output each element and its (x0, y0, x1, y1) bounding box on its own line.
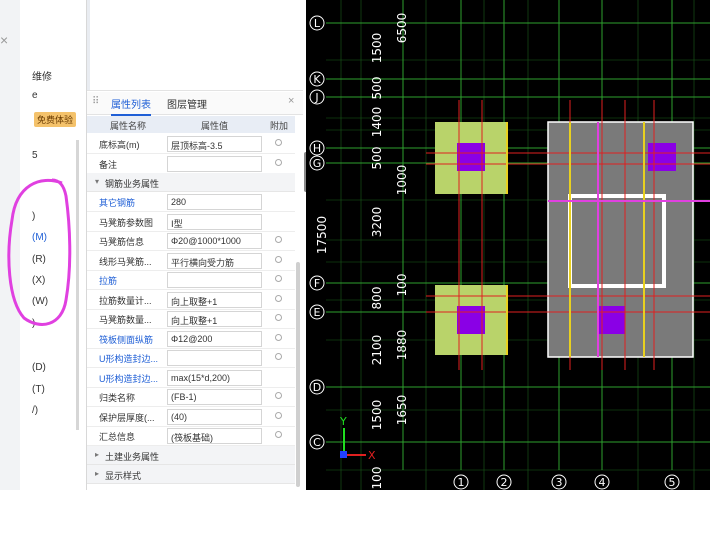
property-value-field[interactable]: max(15*d,200) (167, 369, 262, 386)
dimension-label: 1650 (395, 395, 409, 426)
svg-text:G: G (313, 157, 322, 170)
header-value: 属性值 (200, 121, 228, 131)
extra-checkbox[interactable] (275, 139, 282, 146)
property-value: 平行横向受力筋 (171, 257, 235, 268)
svg-text:K: K (313, 73, 321, 86)
extra-checkbox[interactable] (275, 294, 282, 302)
property-value: 向上取整+1 (171, 316, 218, 326)
column-axis-label: 1 (453, 474, 469, 490)
row-axis-label: G (309, 155, 325, 171)
svg-text:F: F (314, 277, 320, 290)
property-value: 层顶标高-3.5 (171, 141, 223, 151)
row-axis-label: E (309, 304, 325, 320)
hand-drawn-annotation (7, 178, 72, 326)
property-value-field[interactable] (167, 155, 262, 172)
property-value: Ⅰ型 (171, 218, 183, 229)
property-value-field[interactable]: 平行横向受力筋 (167, 252, 262, 269)
property-value-field[interactable]: Φ12@200 (167, 330, 262, 347)
column-axis-label: 5 (664, 474, 680, 490)
property-value-field[interactable]: 280 (167, 194, 262, 210)
dimension-label: 2100 (370, 335, 384, 366)
property-value-field[interactable]: (40) (167, 408, 262, 425)
dimension-label: 1880 (395, 330, 409, 361)
dimension-label: 17500 (315, 216, 329, 254)
svg-text:5: 5 (669, 476, 676, 489)
tab-layer-management[interactable]: 图层管理 (167, 96, 207, 111)
svg-text:Y: Y (339, 415, 347, 428)
extra-checkbox[interactable] (275, 333, 282, 341)
property-value-field[interactable]: (筏板基础) (167, 428, 262, 444)
dimension-label: 500 (370, 147, 384, 170)
dimension-label: 100 (395, 274, 409, 297)
extra-checkbox[interactable] (275, 275, 282, 282)
extra-checkbox[interactable] (275, 314, 282, 321)
svg-text:C: C (313, 436, 321, 449)
property-value: Φ12@200 (171, 333, 213, 344)
dimension-label: 1500 (370, 33, 384, 64)
extra-checkbox[interactable] (275, 411, 282, 419)
property-value: (FB-1) (171, 392, 197, 402)
property-value: max(15*d,200) (171, 372, 231, 383)
cad-drawing: Y X L KJ HG F E D C 1 2 3 4 5 6500 1500 500 1400 500 1000… (306, 0, 710, 490)
property-value: (40) (171, 411, 188, 422)
dimension-label: 800 (370, 287, 384, 310)
svg-text:1: 1 (458, 476, 465, 489)
svg-text:2: 2 (501, 476, 508, 489)
column-axis-label: 3 (551, 474, 567, 490)
extra-checkbox[interactable] (275, 392, 282, 399)
row-axis-label: L (309, 15, 325, 31)
svg-text:E: E (314, 306, 321, 319)
column-axis-label: 4 (594, 474, 610, 490)
extra-checkbox[interactable] (275, 158, 282, 166)
property-value-field[interactable] (167, 350, 262, 366)
property-value-field[interactable]: Φ20@1000*1000 (167, 233, 262, 249)
cad-drawing-canvas[interactable]: Y X L K J H G F E D C 1 2 3 4 5 6500 1500 500 1400 500 1000… (306, 0, 710, 490)
property-value-field[interactable]: 向上取整+1 (167, 291, 262, 308)
svg-text:X: X (368, 449, 376, 462)
dimension-label: 1400 (370, 107, 384, 138)
property-value-field[interactable]: 向上取整+1 (167, 311, 262, 327)
close-icon[interactable]: × (288, 95, 294, 107)
property-value-field[interactable]: Ⅰ型 (167, 213, 262, 230)
extra-checkbox[interactable] (275, 353, 282, 360)
svg-text:D: D (313, 381, 321, 394)
property-value-field[interactable]: 层顶标高-3.5 (167, 136, 262, 152)
header-extra: 附加 (269, 121, 288, 131)
dimension-label: 1000 (395, 165, 409, 196)
property-value: 向上取整+1 (171, 296, 218, 307)
dimension-label: 6500 (395, 13, 409, 44)
row-axis-label: F (309, 275, 325, 291)
property-value: (筏板基础) (171, 433, 213, 443)
row-axis-label: C (309, 434, 325, 450)
extra-checkbox[interactable] (275, 431, 282, 438)
properties-scrollbar[interactable] (296, 262, 300, 487)
dimension-label: 500 (370, 77, 384, 100)
column-axis-label: 2 (496, 474, 512, 490)
property-value: 280 (171, 197, 187, 207)
row-axis-label: H (309, 140, 325, 156)
dimension-label: 1500 (370, 400, 384, 431)
row-axis-label: K (309, 71, 325, 87)
extra-checkbox[interactable] (275, 236, 282, 243)
dimension-label: 100 (370, 467, 384, 490)
dimension-label: 3200 (370, 207, 384, 238)
property-value-field[interactable]: (FB-1) (167, 389, 262, 405)
footing-left-top[interactable] (435, 122, 507, 194)
property-value: Φ20@1000*1000 (171, 236, 241, 246)
svg-text:J: J (314, 91, 318, 104)
row-axis-label: J (309, 89, 325, 105)
bottom-blank-area (0, 490, 710, 540)
extra-checkbox[interactable] (275, 255, 282, 263)
row-axis-label: D (309, 379, 325, 395)
svg-text:H: H (313, 142, 321, 155)
property-value-field[interactable] (167, 272, 262, 288)
svg-text:L: L (314, 17, 321, 30)
svg-text:4: 4 (599, 476, 606, 489)
svg-text:3: 3 (556, 476, 563, 489)
